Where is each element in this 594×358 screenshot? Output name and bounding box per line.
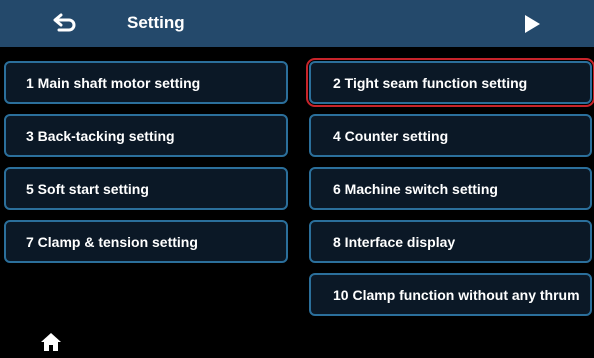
back-button[interactable] xyxy=(50,9,80,37)
menu-item-counter[interactable]: 4 Counter setting xyxy=(309,114,592,157)
menu-item-main-shaft-motor[interactable]: 1 Main shaft motor setting xyxy=(4,61,288,104)
menu-item-label: 5 Soft start setting xyxy=(26,180,149,197)
menu-item-back-tacking[interactable]: 3 Back-tacking setting xyxy=(4,114,288,157)
play-icon xyxy=(525,15,540,33)
menu-item-label: 6 Machine switch setting xyxy=(333,180,498,197)
menu-item-clamp-tension[interactable]: 7 Clamp & tension setting xyxy=(4,220,288,263)
menu-item-label: 4 Counter setting xyxy=(333,127,449,144)
settings-menu: 1 Main shaft motor setting 2 Tight seam … xyxy=(0,47,594,317)
menu-item-soft-start[interactable]: 5 Soft start setting xyxy=(4,167,288,210)
menu-item-label: 1 Main shaft motor setting xyxy=(26,74,201,91)
home-button[interactable] xyxy=(39,331,63,353)
home-icon xyxy=(41,333,61,351)
menu-item-clamp-without-thrum[interactable]: 10 Clamp function without any thrum xyxy=(309,273,592,316)
header-bar: Setting xyxy=(0,0,594,47)
menu-item-machine-switch[interactable]: 6 Machine switch setting xyxy=(309,167,592,210)
menu-item-tight-seam[interactable]: 2 Tight seam function setting xyxy=(306,58,594,107)
menu-item-label: 10 Clamp function without any thrum xyxy=(333,286,580,303)
menu-item-label: 3 Back-tacking setting xyxy=(26,127,175,144)
next-button[interactable] xyxy=(520,13,544,35)
back-arrow-icon xyxy=(53,13,76,32)
menu-item-interface-display[interactable]: 8 Interface display xyxy=(309,220,592,263)
page-title: Setting xyxy=(127,13,185,32)
menu-item-label: 2 Tight seam function setting xyxy=(333,74,528,91)
menu-item-label: 8 Interface display xyxy=(333,233,456,250)
menu-item-label: 7 Clamp & tension setting xyxy=(26,233,198,250)
